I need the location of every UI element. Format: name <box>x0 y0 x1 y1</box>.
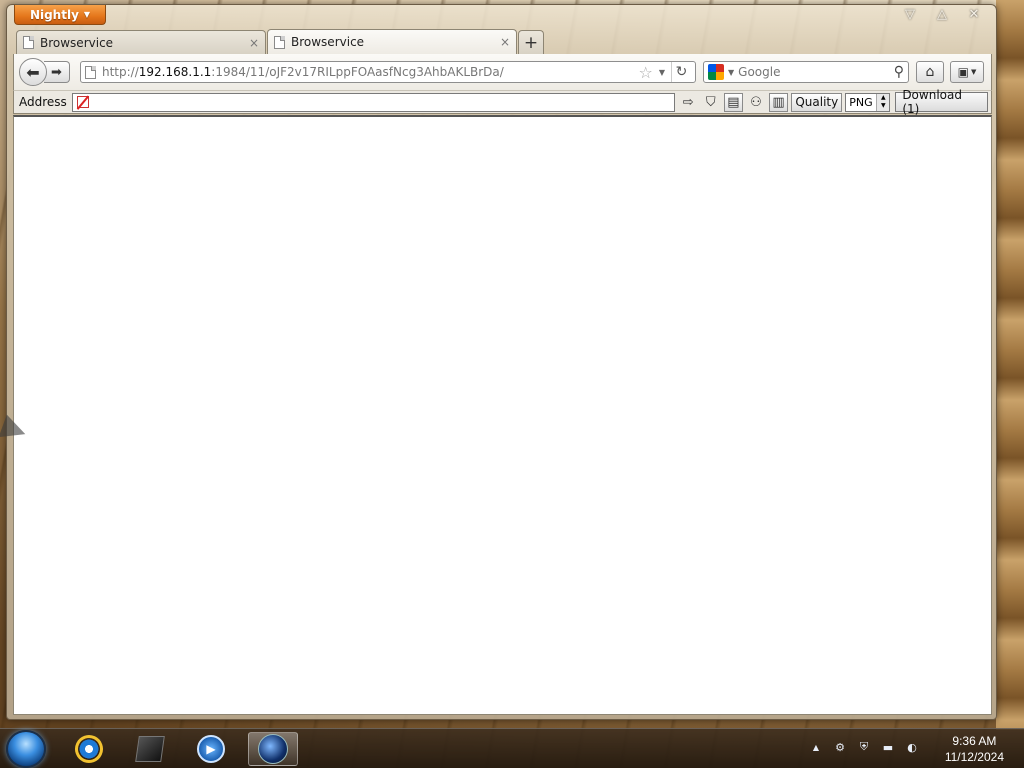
quality-stepper[interactable]: PNG ▲ ▼ <box>845 92 891 112</box>
navigation-toolbar: ⬅ ➡ http://192.168.1.1:1984/11/oJF2v17RI… <box>13 54 992 90</box>
url-path: :1984/11/oJF2v17RILppFOAasfNcg3AhbAKLBrD… <box>211 65 504 79</box>
tab-title: Browservice <box>40 35 114 50</box>
box-app-icon <box>135 736 165 762</box>
home-button[interactable]: ⌂ <box>916 61 944 83</box>
tab-close-button[interactable]: × <box>249 36 259 50</box>
reload-icon[interactable]: ↻ <box>671 62 691 82</box>
close-window-button[interactable]: ✕ <box>958 5 990 23</box>
tray-overflow-button[interactable]: ▲ <box>808 739 824 755</box>
back-forward-group: ⬅ ➡ <box>19 58 71 86</box>
taskbar-box-app[interactable] <box>125 732 175 766</box>
search-icon[interactable]: ⚲ <box>894 64 904 80</box>
taskbar-internet-explorer[interactable] <box>64 731 114 767</box>
back-button[interactable]: ⬅ <box>19 58 47 86</box>
wallpaper-wood-edge <box>996 0 1024 730</box>
url-bar[interactable]: http://192.168.1.1:1984/11/oJF2v17RILppF… <box>80 61 696 83</box>
system-tray: ▲ ⚙ ⛨ ▬ ◐ <box>808 739 920 755</box>
chevron-down-icon: ▼ <box>970 68 977 76</box>
google-engine-icon[interactable] <box>708 64 724 80</box>
home-icon: ⌂ <box>925 64 935 80</box>
maximize-button[interactable]: △ <box>926 5 958 23</box>
browser-window: Nightly ▼ ▽ △ ✕ Browservice × Browservic… <box>6 4 997 720</box>
quality-label: Quality <box>791 92 843 112</box>
start-button[interactable] <box>6 730 46 768</box>
monitor-icon[interactable]: ▬ <box>880 739 896 755</box>
taskbar-clock[interactable]: 9:36 AM 11/12/2024 <box>945 733 1004 765</box>
go-arrow-icon[interactable]: ⇨ <box>678 93 698 112</box>
nightly-globe-icon <box>258 734 288 764</box>
site-identity-icon[interactable] <box>85 65 96 79</box>
clipboard-icon[interactable]: ▥ <box>768 92 789 112</box>
nightly-menu-button[interactable]: Nightly ▼ <box>14 5 106 25</box>
tools-icon: ▣ <box>957 65 969 79</box>
media-player-icon: ▶ <box>197 735 225 763</box>
stepper-arrows[interactable]: ▲ ▼ <box>876 93 890 111</box>
page-icon <box>23 36 34 49</box>
bookmark-icon[interactable]: ⛉ <box>701 93 721 112</box>
internet-explorer-icon <box>71 731 107 767</box>
no-favicon-icon <box>76 96 89 108</box>
minimize-button[interactable]: ▽ <box>894 5 926 23</box>
speaker-icon[interactable]: ◐ <box>904 739 920 755</box>
quality-value: PNG <box>849 95 873 109</box>
stepper-down-icon[interactable]: ▼ <box>877 102 890 111</box>
network-gear-icon[interactable]: ⚙ <box>832 739 848 755</box>
arrow-right-icon: ➡ <box>51 64 62 80</box>
tools-menu-button[interactable]: ▣ ▼ <box>950 61 984 83</box>
search-bar: ▼ ⚲ <box>703 61 909 83</box>
address-label: Address <box>19 95 67 109</box>
bookmarks-list-icon[interactable]: ▤ <box>723 92 744 112</box>
shield-icon[interactable]: ⛨ <box>856 739 872 755</box>
page-content[interactable] <box>13 115 992 715</box>
history-dropdown-icon[interactable]: ▼ <box>659 68 665 77</box>
window-controls: ▽ △ ✕ <box>894 5 990 23</box>
address-field[interactable] <box>71 92 676 112</box>
page-icon <box>274 35 285 49</box>
tab-strip: Browservice × Browservice × + <box>16 29 544 54</box>
url-host: 192.168.1.1 <box>138 65 212 79</box>
bookmark-star-icon[interactable]: ☆ <box>639 63 653 82</box>
clock-date: 11/12/2024 <box>944 750 1004 764</box>
search-input[interactable] <box>738 65 890 79</box>
taskbar-media-player[interactable]: ▶ <box>186 732 236 766</box>
download-button[interactable]: Download (1) <box>895 88 989 116</box>
clock-time: 9:36 AM <box>952 734 997 748</box>
arrow-left-icon: ⬅ <box>26 62 40 82</box>
new-tab-button[interactable]: + <box>518 30 544 54</box>
browservice-address-toolbar: Address ⇨ ⛉ ▤ ⚇ ▥ Quality PNG ▲ ▼ Downlo… <box>13 88 992 116</box>
tab-browservice-1[interactable]: Browservice × <box>16 30 266 54</box>
forward-button[interactable]: ➡ <box>44 61 70 83</box>
tab-close-button[interactable]: × <box>500 35 510 49</box>
tab-title: Browservice <box>291 35 365 49</box>
tab-browservice-2[interactable]: Browservice × <box>267 29 517 54</box>
find-binoculars-icon[interactable]: ⚇ <box>746 93 766 112</box>
url-prefix: http:// <box>102 65 139 79</box>
taskbar-nightly-browser[interactable] <box>248 732 298 766</box>
stepper-up-icon[interactable]: ▲ <box>877 93 890 102</box>
taskbar: ▶ ▲ ⚙ ⛨ ▬ ◐ 9:36 AM 11/12/2024 <box>0 728 1024 768</box>
url-text[interactable]: http://192.168.1.1:1984/11/oJF2v17RILppF… <box>102 65 633 79</box>
nightly-menu-label: Nightly <box>29 7 79 22</box>
chevron-down-icon: ▼ <box>83 10 91 19</box>
search-engine-dropdown-icon[interactable]: ▼ <box>728 68 734 77</box>
